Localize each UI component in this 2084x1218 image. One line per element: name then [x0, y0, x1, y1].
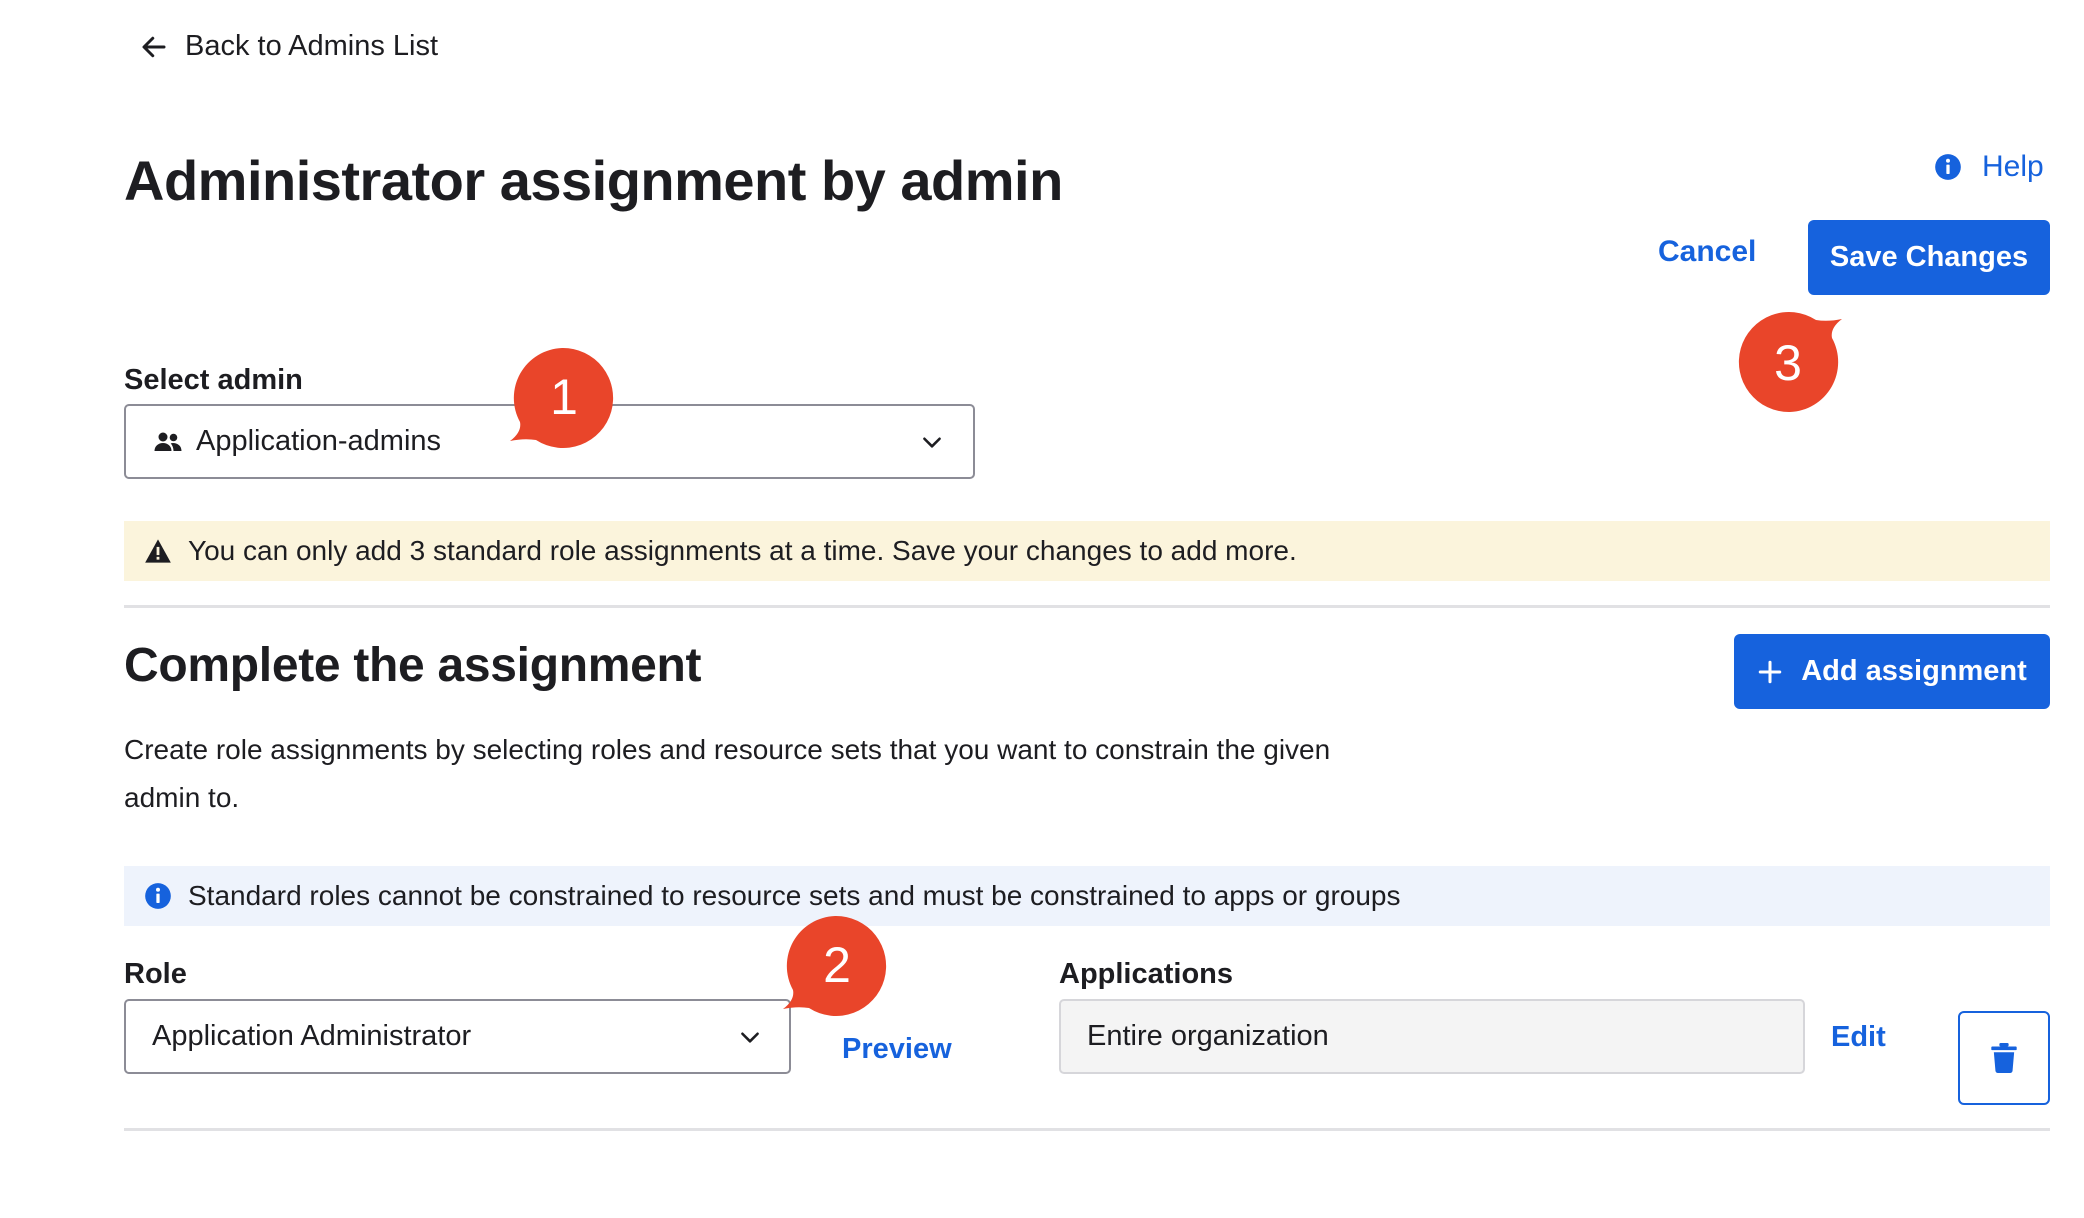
section-description: Create role assignments by selecting rol…: [124, 734, 1331, 813]
save-changes-button[interactable]: Save Changes: [1808, 220, 2050, 295]
edit-applications-link[interactable]: Edit: [1831, 1021, 1886, 1054]
callout-number: 2: [823, 937, 851, 993]
callout-marker-2: 2: [783, 915, 887, 1016]
page-title: Administrator assignment by admin: [124, 149, 1063, 212]
info-circle-icon: [1935, 154, 1961, 180]
warning-triangle-icon: [145, 539, 171, 563]
applications-value: Entire organization: [1087, 1020, 1329, 1052]
section-title: Complete the assignment: [124, 639, 702, 692]
plus-icon: [1758, 660, 1782, 683]
add-assignment-button[interactable]: Add assignment: [1734, 634, 2050, 709]
cancel-button[interactable]: Cancel: [1658, 235, 1756, 269]
add-assignment-label: Add assignment: [1801, 655, 2027, 687]
warning-text: You can only add 3 standard role assignm…: [188, 535, 1297, 566]
callout-marker-1: 1: [510, 347, 614, 448]
delete-assignment-button[interactable]: [1958, 1011, 2050, 1105]
role-label: Role: [124, 958, 187, 990]
help-link[interactable]: Help: [1934, 150, 2044, 184]
section-divider: [124, 605, 2050, 608]
chevron-down-icon: [923, 436, 941, 448]
select-admin-label: Select admin: [124, 364, 303, 396]
back-to-admins-link[interactable]: Back to Admins List: [139, 30, 438, 63]
role-select-value: Application Administrator: [152, 1020, 472, 1052]
group-icon: [154, 432, 182, 451]
chevron-down-icon: [741, 1031, 759, 1043]
arrow-left-icon: [142, 36, 166, 57]
info-circle-icon: [145, 883, 171, 909]
preview-link[interactable]: Preview: [842, 1033, 952, 1066]
callout-number: 1: [550, 369, 578, 425]
warning-banner: You can only add 3 standard role assignm…: [124, 521, 2050, 581]
role-select[interactable]: Application Administrator: [124, 999, 791, 1074]
help-label: Help: [1982, 150, 2044, 183]
back-link-label: Back to Admins List: [185, 30, 439, 62]
applications-label: Applications: [1059, 958, 1234, 990]
bottom-divider: [124, 1128, 2050, 1131]
callout-marker-3: 3: [1738, 312, 1842, 413]
applications-field: Entire organization: [1059, 999, 1805, 1074]
trash-icon: [1991, 1043, 2017, 1073]
callout-number: 3: [1774, 335, 1802, 391]
info-banner: Standard roles cannot be constrained to …: [124, 866, 2050, 926]
info-text: Standard roles cannot be constrained to …: [188, 880, 1401, 911]
